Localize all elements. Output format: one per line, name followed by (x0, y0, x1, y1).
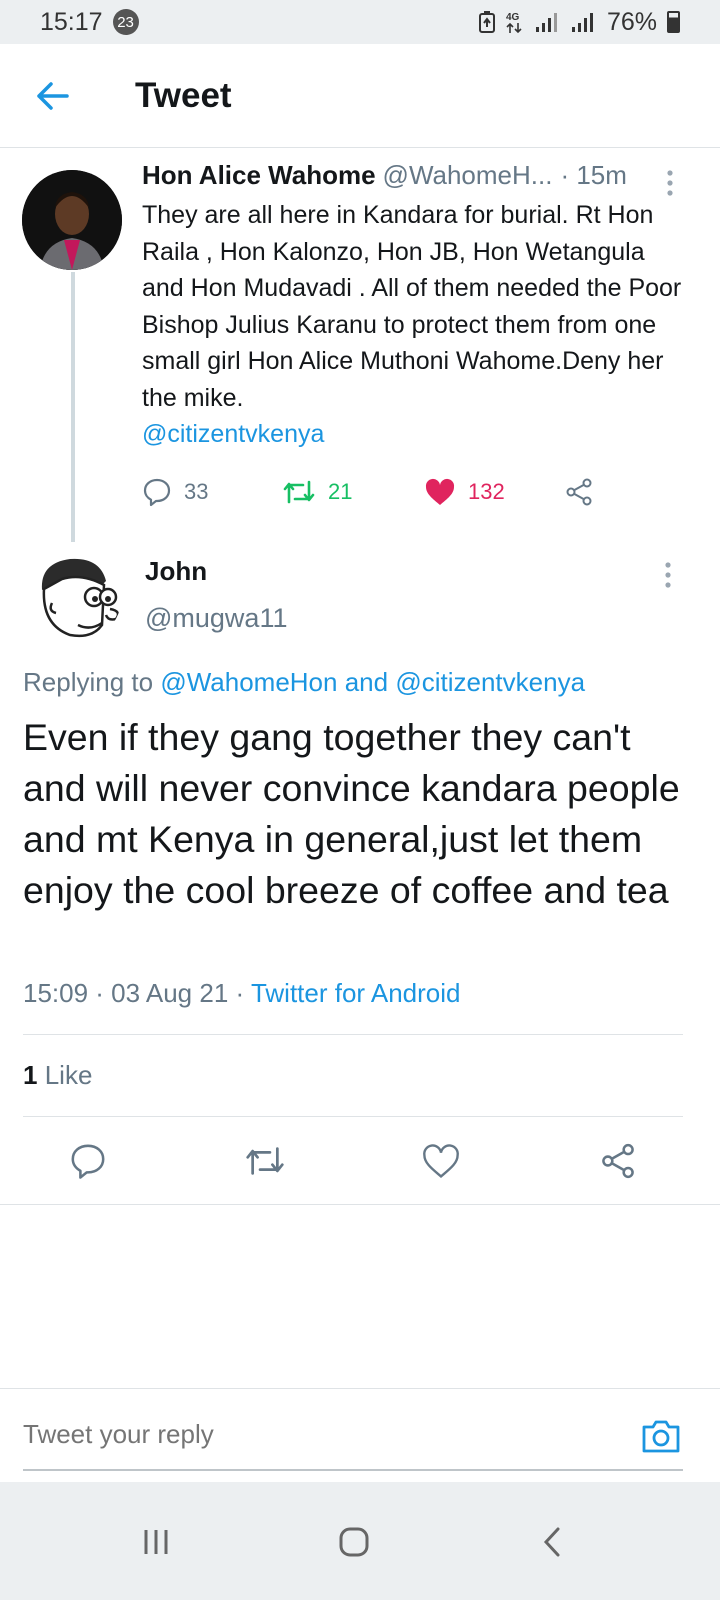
reply-author-handle[interactable]: @mugwa11 (145, 603, 287, 634)
retweet-icon (246, 1147, 284, 1175)
replying-to-and: and (344, 667, 389, 697)
reply-tweet-actions (0, 1117, 720, 1205)
status-time: 15:17 (40, 7, 103, 36)
recent-apps-icon (144, 1530, 168, 1554)
likes-count: 1 (23, 1060, 38, 1090)
back-button[interactable] (22, 66, 82, 126)
tweet-meta: 15:09 · 03 Aug 21 · Twitter for Android (23, 978, 460, 1009)
avatar-alice-wahome[interactable] (22, 170, 122, 270)
recent-apps-button[interactable] (126, 1512, 186, 1572)
heart-outline-icon (423, 1144, 459, 1179)
more-options-icon[interactable] (658, 560, 678, 590)
replying-to-user-wahomehon[interactable]: @WahomeHon (160, 667, 337, 697)
network-4g-icon: 4G (506, 12, 522, 34)
likes-summary[interactable]: 1 Like (23, 1060, 92, 1091)
retweet-icon (283, 480, 315, 503)
tweet-time: · 15m (560, 160, 627, 190)
reply-button[interactable] (66, 1139, 110, 1183)
divider (23, 1034, 683, 1035)
like-button[interactable] (419, 1139, 463, 1183)
svg-text:4G: 4G (506, 12, 520, 23)
system-navigation-bar (0, 1482, 720, 1600)
comment-icon (71, 1144, 105, 1179)
retweet-count: 21 (328, 478, 353, 504)
share-icon (566, 478, 592, 505)
retweet-button[interactable]: 21 (282, 478, 424, 506)
status-bar: 15:17 23 4G 76% (0, 0, 720, 44)
tweet-reply-input[interactable] (23, 1419, 603, 1450)
tweet-text-content: They are all here in Kandara for burial.… (142, 201, 682, 412)
signal-icon-1 (535, 13, 557, 32)
chevron-left-icon (543, 1527, 560, 1557)
reply-tweet-text: Even if they gang together they can't an… (23, 716, 680, 911)
signal-icon-2 (571, 13, 593, 32)
share-button[interactable] (564, 477, 594, 507)
profile-photo-icon (22, 170, 122, 270)
heart-filled-icon (425, 478, 455, 505)
reply-button[interactable]: 33 (142, 477, 282, 507)
composer-underline (23, 1469, 683, 1471)
top-app-bar: Tweet (0, 44, 720, 148)
like-button[interactable]: 132 (424, 477, 564, 507)
status-icons: 4G 76% (478, 7, 680, 37)
system-back-button[interactable] (522, 1512, 582, 1572)
replying-to-line: Replying to @WahomeHon and @citizentvken… (23, 667, 585, 698)
home-icon (339, 1527, 369, 1557)
tweet-header: Hon Alice Wahome @WahomeH... · 15m (142, 160, 690, 191)
avatar-john[interactable] (22, 545, 122, 645)
reply-count: 33 (184, 478, 209, 504)
mention-link[interactable]: @citizentvkenya (142, 420, 324, 448)
author-name[interactable]: Hon Alice Wahome (142, 160, 376, 191)
reply-author-name[interactable]: John (145, 556, 207, 587)
author-handle[interactable]: @WahomeH... (383, 160, 553, 191)
more-options-icon[interactable] (660, 168, 680, 198)
page-title: Tweet (135, 75, 232, 115)
battery-percent: 76% (606, 7, 657, 36)
thread-connector-line (71, 272, 75, 542)
parent-tweet[interactable]: Hon Alice Wahome @WahomeH... · 15m They … (142, 160, 690, 517)
arrow-left-icon (37, 81, 69, 110)
tweet-timestamp: 15:09 · 03 Aug 21 · (23, 978, 245, 1008)
retweet-button[interactable] (243, 1139, 287, 1183)
replying-to-user-citizentvkenya[interactable]: @citizentvkenya (395, 667, 585, 697)
share-button[interactable] (596, 1139, 640, 1183)
notification-count-badge: 23 (112, 9, 139, 35)
replying-to-label: Replying to (23, 667, 154, 697)
battery-saver-icon (478, 11, 495, 33)
share-icon (602, 1143, 634, 1179)
cartoon-avatar-icon (22, 545, 122, 645)
battery-icon (667, 11, 680, 33)
reply-composer (0, 1388, 720, 1482)
camera-icon[interactable] (640, 1415, 682, 1455)
tweet-source-link[interactable]: Twitter for Android (251, 978, 461, 1008)
likes-label: Like (44, 1060, 93, 1090)
tweet-actions: 33 21 132 (142, 467, 690, 517)
comment-icon (143, 478, 171, 506)
home-button[interactable] (324, 1512, 384, 1572)
like-count: 132 (468, 478, 505, 504)
tweet-text: They are all here in Kandara for burial.… (142, 197, 690, 453)
